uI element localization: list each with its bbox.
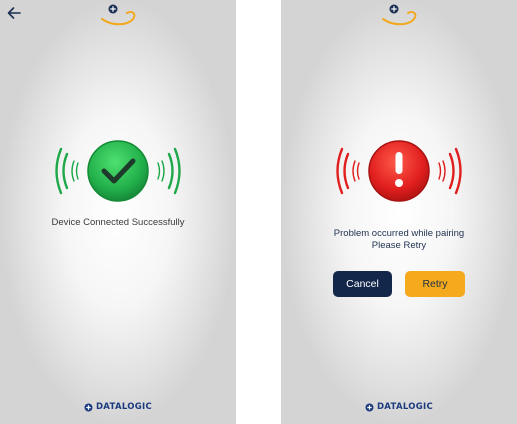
success-screen: Device Connected Successfully DATALOGIC bbox=[0, 0, 236, 424]
cancel-button[interactable]: Cancel bbox=[333, 271, 392, 297]
app-logo-icon bbox=[101, 4, 136, 26]
back-arrow-icon bbox=[7, 7, 21, 19]
datalogic-brand: DATALOGIC bbox=[0, 400, 236, 414]
brand-name: DATALOGIC bbox=[95, 402, 153, 412]
retry-button[interactable]: Retry bbox=[405, 271, 465, 297]
error-retry-hint: Please Retry bbox=[371, 240, 427, 251]
datalogic-brand: DATALOGIC bbox=[281, 400, 517, 414]
screen-separator bbox=[236, 0, 281, 424]
signal-waves-left-icon bbox=[336, 147, 360, 195]
app-logo-icon bbox=[382, 4, 417, 26]
signal-waves-right-icon bbox=[438, 147, 462, 195]
error-status-icon bbox=[336, 140, 462, 202]
success-status-icon bbox=[55, 140, 181, 202]
brand-name: DATALOGIC bbox=[376, 402, 434, 412]
exclamation-icon bbox=[395, 152, 403, 187]
error-screen: Problem occurred while pairing Please Re… bbox=[281, 0, 517, 424]
back-button[interactable] bbox=[4, 4, 24, 22]
signal-waves-right-icon bbox=[157, 147, 181, 195]
signal-waves-left-icon bbox=[55, 147, 79, 195]
datalogic-logo-icon bbox=[84, 403, 93, 411]
datalogic-logo-icon bbox=[365, 403, 374, 411]
error-message: Problem occurred while pairing bbox=[333, 228, 465, 239]
success-message: Device Connected Successfully bbox=[51, 217, 185, 228]
